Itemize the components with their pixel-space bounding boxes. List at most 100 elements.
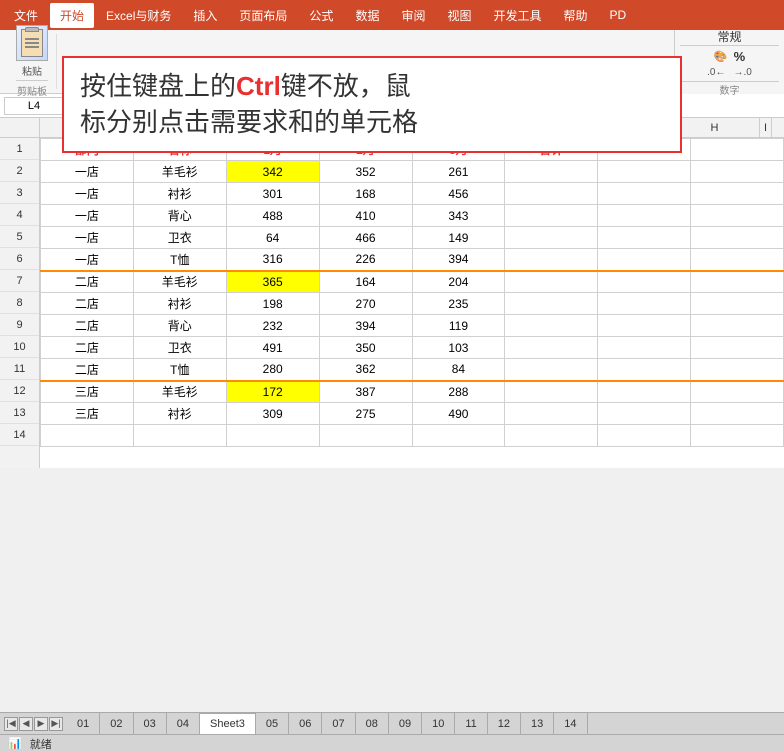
decrease-decimal[interactable]: .0←: [707, 67, 725, 78]
cell-a4[interactable]: 一店: [41, 205, 134, 227]
decimal-controls[interactable]: .0← →.0: [707, 67, 752, 78]
cell-h2[interactable]: [691, 161, 784, 183]
cell-f7[interactable]: [505, 271, 598, 293]
cell-c4[interactable]: 488: [226, 205, 319, 227]
tab-prev-btn[interactable]: ◀: [19, 717, 33, 731]
cell-d8[interactable]: 270: [319, 293, 412, 315]
sheet-tab-05[interactable]: 05: [256, 713, 289, 735]
cell-b11[interactable]: T恤: [133, 359, 226, 381]
cell-h10[interactable]: [691, 337, 784, 359]
menu-page-layout[interactable]: 页面布局: [229, 3, 297, 28]
cell-f5[interactable]: [505, 227, 598, 249]
tab-last-btn[interactable]: ▶|: [49, 717, 63, 731]
cell-a9[interactable]: 二店: [41, 315, 134, 337]
cell-d13[interactable]: 275: [319, 403, 412, 425]
cell-c10[interactable]: 491: [226, 337, 319, 359]
increase-decimal[interactable]: →.0: [734, 67, 752, 78]
cell-b12[interactable]: 羊毛衫: [133, 381, 226, 403]
cell-h12[interactable]: [691, 381, 784, 403]
cell-d3[interactable]: 168: [319, 183, 412, 205]
cell-e8[interactable]: 235: [412, 293, 505, 315]
cell-c6[interactable]: 316: [226, 249, 319, 271]
cell-g3[interactable]: [598, 183, 691, 205]
cell-h13[interactable]: [691, 403, 784, 425]
cell-b9[interactable]: 背心: [133, 315, 226, 337]
cell-h7[interactable]: [691, 271, 784, 293]
cell-g2[interactable]: [598, 161, 691, 183]
cell-g10[interactable]: [598, 337, 691, 359]
paste-button[interactable]: 粘贴: [16, 25, 48, 78]
cell-c2[interactable]: 342: [226, 161, 319, 183]
cell-c12[interactable]: 172: [226, 381, 319, 403]
cell-e3[interactable]: 456: [412, 183, 505, 205]
cell-f2[interactable]: [505, 161, 598, 183]
cell-c7[interactable]: 365: [226, 271, 319, 293]
cell-d10[interactable]: 350: [319, 337, 412, 359]
cell-b8[interactable]: 衬衫: [133, 293, 226, 315]
sheet-tab-13[interactable]: 13: [521, 713, 554, 735]
sheet-tab-09[interactable]: 09: [389, 713, 422, 735]
sheet-tab-04[interactable]: 04: [167, 713, 200, 735]
menu-excel-finance[interactable]: Excel与财务: [96, 3, 181, 28]
cell-d7[interactable]: 164: [319, 271, 412, 293]
cell-g4[interactable]: [598, 205, 691, 227]
sheet-tab-07[interactable]: 07: [322, 713, 355, 735]
sheet-tab-12[interactable]: 12: [488, 713, 521, 735]
cell-b7[interactable]: 羊毛衫: [133, 271, 226, 293]
cell-b10[interactable]: 卫衣: [133, 337, 226, 359]
cell-f6[interactable]: [505, 249, 598, 271]
menu-view[interactable]: 视图: [437, 3, 481, 28]
menu-file[interactable]: 文件: [4, 3, 48, 28]
cell-a13[interactable]: 三店: [41, 403, 134, 425]
cell-e4[interactable]: 343: [412, 205, 505, 227]
col-header-i[interactable]: I: [760, 118, 772, 138]
cell-b6[interactable]: T恤: [133, 249, 226, 271]
cell-e6[interactable]: 394: [412, 249, 505, 271]
menu-help[interactable]: 帮助: [554, 3, 598, 28]
cell-b14[interactable]: [133, 425, 226, 447]
cell-a14[interactable]: [41, 425, 134, 447]
cell-e9[interactable]: 119: [412, 315, 505, 337]
cell-h8[interactable]: [691, 293, 784, 315]
cell-f11[interactable]: [505, 359, 598, 381]
cell-f12[interactable]: [505, 381, 598, 403]
cell-d2[interactable]: 352: [319, 161, 412, 183]
menu-developer[interactable]: 开发工具: [483, 3, 551, 28]
cell-b13[interactable]: 衬衫: [133, 403, 226, 425]
tab-next-btn[interactable]: ▶: [34, 717, 48, 731]
cell-g7[interactable]: [598, 271, 691, 293]
cell-f4[interactable]: [505, 205, 598, 227]
cell-b2[interactable]: 羊毛衫: [133, 161, 226, 183]
cell-g11[interactable]: [598, 359, 691, 381]
cell-d11[interactable]: 362: [319, 359, 412, 381]
cell-e5[interactable]: 149: [412, 227, 505, 249]
cell-e12[interactable]: 288: [412, 381, 505, 403]
cell-d14[interactable]: [319, 425, 412, 447]
menu-pd[interactable]: PD: [600, 4, 637, 26]
cell-h9[interactable]: [691, 315, 784, 337]
cell-reference-input[interactable]: [4, 97, 64, 115]
cell-c13[interactable]: 309: [226, 403, 319, 425]
cell-g5[interactable]: [598, 227, 691, 249]
cell-h5[interactable]: [691, 227, 784, 249]
cell-a8[interactable]: 二店: [41, 293, 134, 315]
cell-e10[interactable]: 103: [412, 337, 505, 359]
cell-e14[interactable]: [412, 425, 505, 447]
cell-h6[interactable]: [691, 249, 784, 271]
menu-home[interactable]: 开始: [50, 3, 94, 28]
sheet-tab-14[interactable]: 14: [554, 713, 587, 735]
cell-h3[interactable]: [691, 183, 784, 205]
cell-b3[interactable]: 衬衫: [133, 183, 226, 205]
sheet-tab-03[interactable]: 03: [134, 713, 167, 735]
cell-c8[interactable]: 198: [226, 293, 319, 315]
cell-f9[interactable]: [505, 315, 598, 337]
cell-f8[interactable]: [505, 293, 598, 315]
cell-e11[interactable]: 84: [412, 359, 505, 381]
cell-c9[interactable]: 232: [226, 315, 319, 337]
cell-f13[interactable]: [505, 403, 598, 425]
cell-h1[interactable]: [691, 139, 784, 161]
sheet-tab-11[interactable]: 11: [455, 713, 487, 735]
cell-g13[interactable]: [598, 403, 691, 425]
sheet-tab-02[interactable]: 02: [100, 713, 133, 735]
cell-b5[interactable]: 卫衣: [133, 227, 226, 249]
